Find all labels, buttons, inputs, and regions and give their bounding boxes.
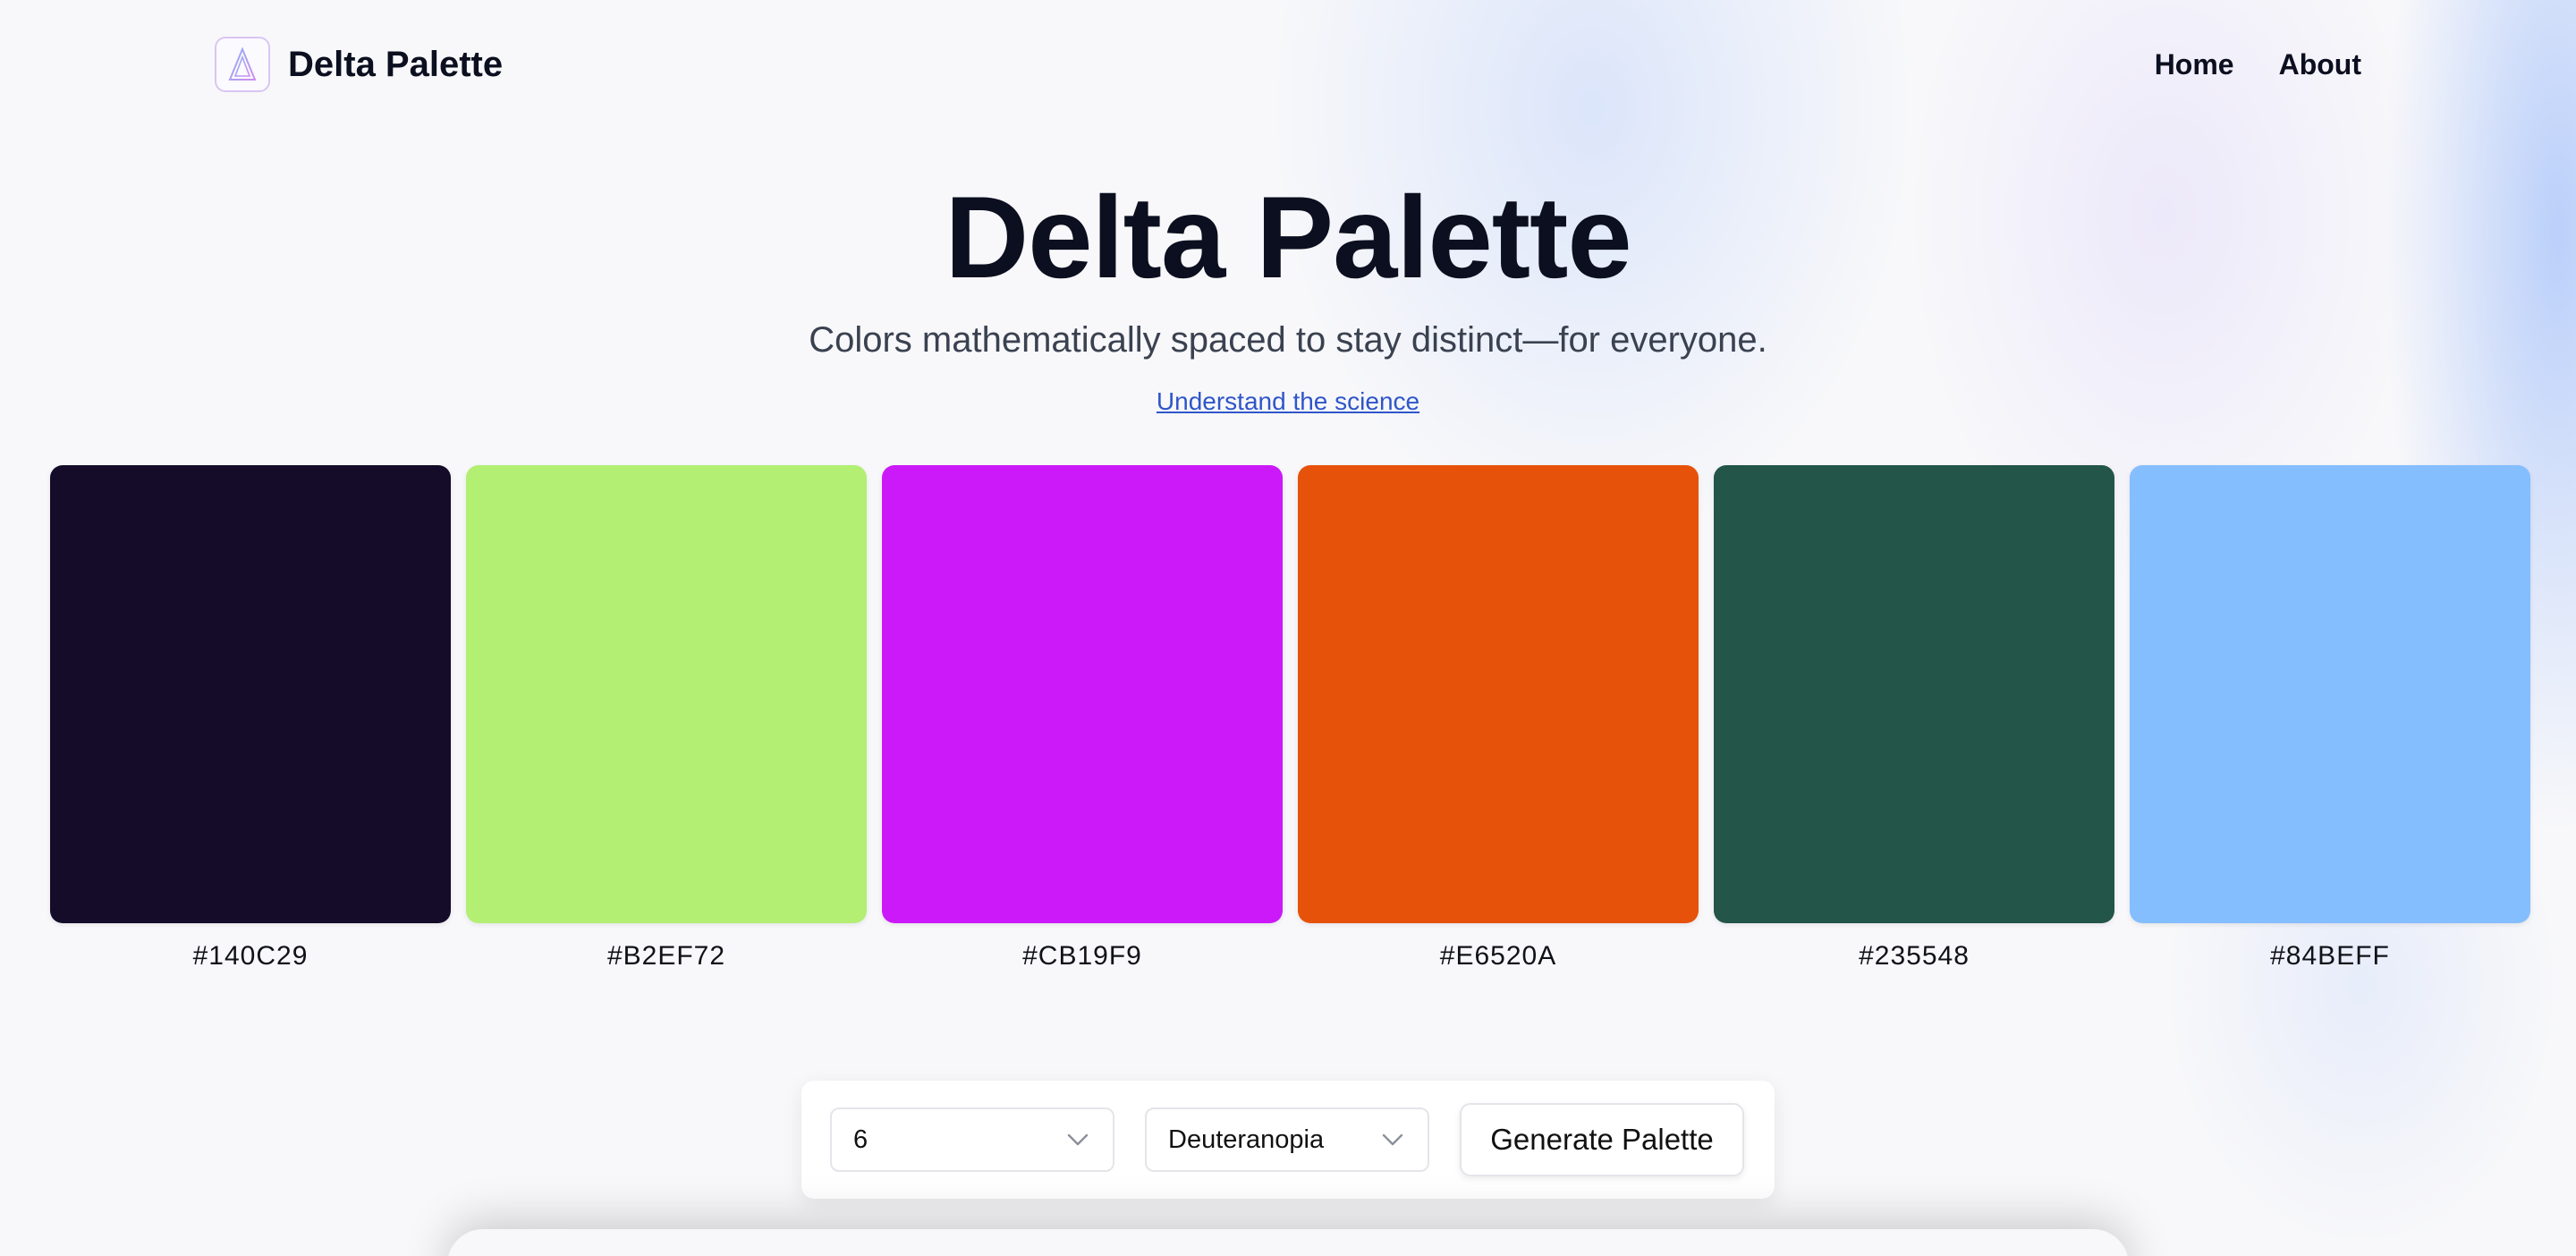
hero: Delta Palette Colors mathematically spac… [0, 170, 2576, 416]
nav-home-link[interactable]: Home [2155, 48, 2234, 81]
palette-swatches: #140C29 #B2EF72 #CB19F9 #E6520A #235548 … [50, 465, 2530, 972]
swatch-color[interactable] [2130, 465, 2530, 923]
swatch-5[interactable]: #235548 [1714, 465, 2114, 972]
swatch-hex: #235548 [1859, 941, 1970, 971]
chevron-down-icon [1382, 1133, 1403, 1146]
brand[interactable]: Delta Palette [215, 37, 503, 92]
swatch-color[interactable] [466, 465, 867, 923]
vision-type-select[interactable]: Deuteranopia [1145, 1107, 1429, 1172]
site-header: Delta Palette Home About [215, 34, 2361, 95]
color-count-value: 6 [853, 1124, 869, 1154]
brand-name: Delta Palette [288, 44, 504, 84]
vision-type-value: Deuteranopia [1168, 1124, 1325, 1154]
page-subtitle: Colors mathematically spaced to stay dis… [809, 320, 1767, 360]
swatch-color[interactable] [50, 465, 451, 923]
nav-about-link[interactable]: About [2279, 48, 2361, 81]
palette-controls: 6 Deuteranopia Generate Palette [801, 1081, 1775, 1199]
swatch-hex: #E6520A [1439, 941, 1557, 971]
swatch-hex: #84BEFF [2270, 941, 2390, 971]
swatch-color[interactable] [1714, 465, 2114, 923]
swatch-hex: #B2EF72 [606, 941, 726, 971]
swatch-color[interactable] [882, 465, 1283, 923]
color-count-select[interactable]: 6 [830, 1107, 1114, 1172]
delta-logo-icon [215, 37, 270, 92]
main-nav: Home About [2155, 48, 2361, 81]
swatch-3[interactable]: #CB19F9 [882, 465, 1283, 972]
understand-science-link[interactable]: Understand the science [1157, 387, 1419, 416]
swatch-6[interactable]: #84BEFF [2130, 465, 2530, 972]
swatch-4[interactable]: #E6520A [1298, 465, 1699, 972]
page-title: Delta Palette [945, 172, 1631, 302]
chevron-down-icon [1067, 1133, 1089, 1146]
bottom-card-shadow [447, 1229, 2129, 1256]
swatch-2[interactable]: #B2EF72 [466, 465, 867, 972]
generate-palette-button[interactable]: Generate Palette [1460, 1103, 1744, 1176]
swatch-1[interactable]: #140C29 [50, 465, 451, 972]
swatch-color[interactable] [1298, 465, 1699, 923]
swatch-hex: #CB19F9 [1022, 941, 1142, 971]
swatch-hex: #140C29 [192, 941, 309, 971]
